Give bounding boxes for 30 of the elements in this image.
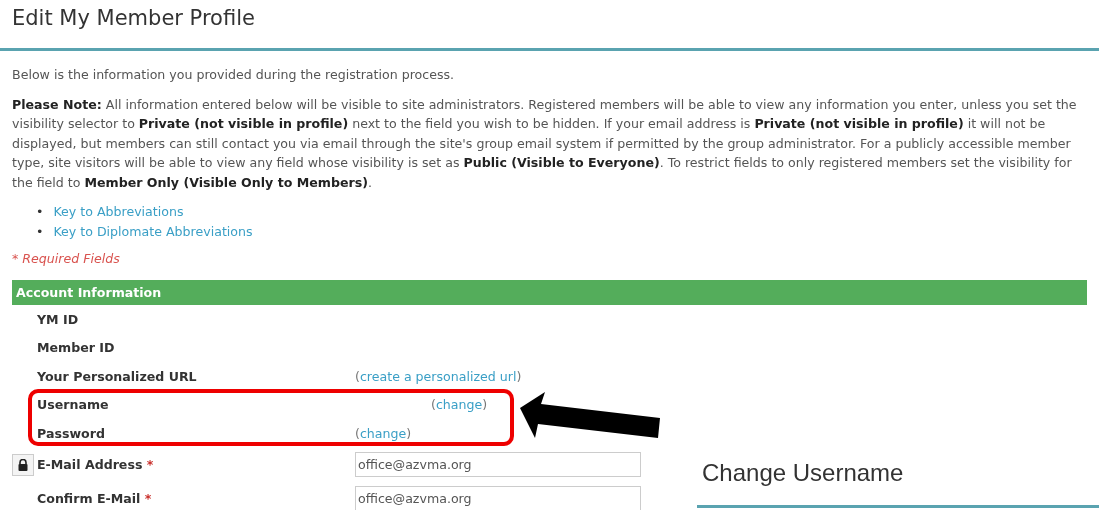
panel-title: Change Username — [702, 459, 904, 487]
field-label: Username — [37, 397, 109, 413]
email-input[interactable]: office@azvma.org — [355, 486, 641, 510]
lock-icon — [18, 458, 28, 471]
field-label: Member ID — [37, 340, 115, 356]
lock-button[interactable] — [12, 453, 34, 476]
field-label: Confirm E-Mail * — [37, 491, 152, 506]
intro-text: Below is the information you provided during the registration process. — [12, 66, 456, 84]
note-paragraph: Please Note: All information entered below will be visible to site administrators. Registered members will be able to view any information you enter, unless you set the visibility selector to Private (not visible in profile) next to the field you wish to be hidden. If your email address is Private (not visible in profile) it will not be displayed, but members can still contact you via email through the site's group email system if permitted by the group administrator. For a publicly accessible member type, site visitors will be able to view any field whose visibility is set as Public (Visible to Everyone). To restrict fields to only registered members set the visibility for the field to Member Only (Visible Only to Members). — [12, 95, 1078, 192]
field-label: YM ID — [37, 311, 79, 327]
field-label: Password — [37, 425, 105, 441]
field-link[interactable]: create a personalized url — [359, 368, 517, 384]
field-link[interactable]: change — [359, 425, 407, 441]
paren: ) — [482, 397, 488, 413]
field-label: E-Mail Address * — [37, 457, 154, 472]
bullet: • — [36, 203, 44, 221]
paren: ( — [431, 397, 436, 413]
email-input[interactable]: office@azvma.org — [355, 452, 641, 477]
page-title: Edit My Member Profile — [11, 5, 256, 32]
section-header: Account Information — [12, 280, 1087, 305]
field-link[interactable]: change — [435, 397, 483, 413]
abbreviations-link[interactable]: Key to Diplomate Abbreviations — [53, 221, 253, 241]
abbreviations-link[interactable]: Key to Abbreviations — [53, 202, 184, 222]
bullet: • — [36, 222, 44, 241]
paren: ( — [355, 425, 360, 441]
paren: ) — [516, 368, 522, 384]
paren: ( — [355, 368, 360, 384]
field-label: Your Personalized URL — [37, 368, 197, 384]
paren: ) — [406, 425, 412, 441]
required-fields-note: * Required Fields — [12, 251, 121, 266]
